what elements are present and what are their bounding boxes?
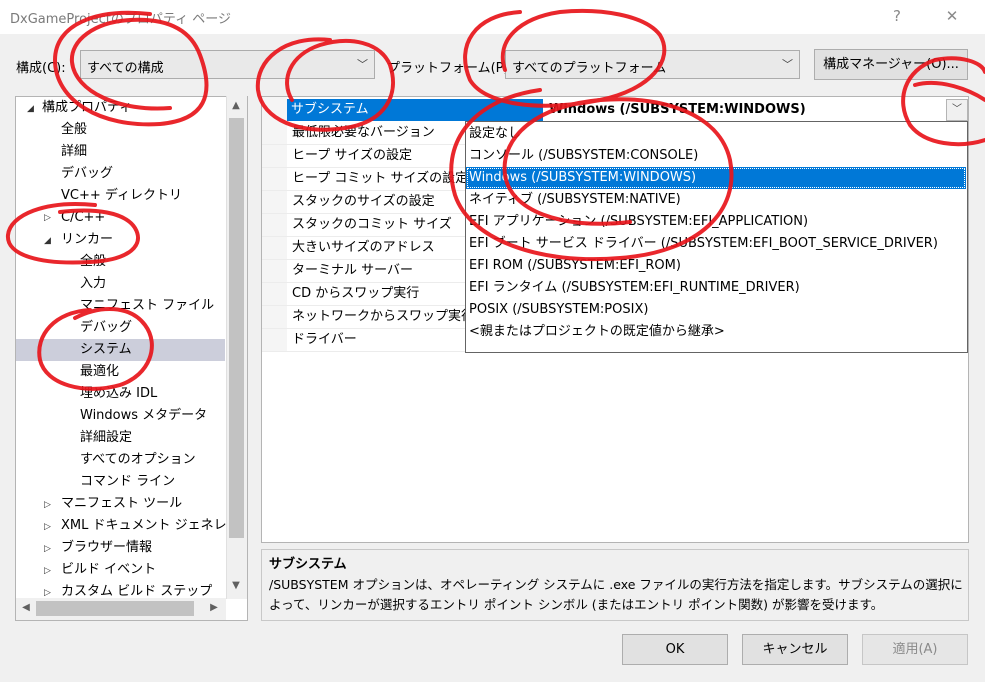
grid-divider <box>262 351 472 352</box>
dropdown-option-native[interactable]: ネイティブ (/SUBSYSTEM:NATIVE) <box>466 189 966 211</box>
subsystem-value[interactable]: Windows (/SUBSYSTEM:WINDOWS) <box>545 99 945 121</box>
dropdown-option-posix[interactable]: POSIX (/SUBSYSTEM:POSIX) <box>466 299 966 321</box>
chevron-down-icon: ﹀ <box>357 58 368 71</box>
tree-hscroll-thumb[interactable] <box>36 601 194 616</box>
scroll-right-icon[interactable]: ▶ <box>206 602 222 613</box>
tree-item-embedded-idl[interactable]: 埋め込み IDL <box>80 383 157 405</box>
scroll-down-icon[interactable]: ▼ <box>228 580 244 591</box>
ok-button[interactable]: OK <box>622 634 728 665</box>
config-manager-button[interactable]: 構成マネージャー(O)... <box>814 49 968 80</box>
description-text: /SUBSYSTEM オプションは、オペレーティング システムに .exe ファ… <box>269 577 963 612</box>
tree-item-all-options[interactable]: すべてのオプション <box>80 449 196 471</box>
grid-row-subsystem[interactable]: サブシステム <box>287 99 543 121</box>
tree-item-general[interactable]: 全般 <box>61 119 87 141</box>
tree-item-config-properties[interactable]: 構成プロパティ <box>42 97 132 119</box>
config-value: すべての構成 <box>87 61 164 76</box>
expand-arrow-icon[interactable]: ◢ <box>27 104 34 114</box>
scroll-up-icon[interactable]: ▲ <box>228 100 244 111</box>
tree-item-vc-directories[interactable]: VC++ ディレクトリ <box>61 185 182 207</box>
tree-item-manifest-file[interactable]: マニフェスト ファイル <box>80 295 214 317</box>
tree-item-browse-info[interactable]: ブラウザー情報 <box>61 537 152 559</box>
config-combobox[interactable]: すべての構成 ﹀ <box>80 50 375 79</box>
cancel-button[interactable]: キャンセル <box>742 634 848 665</box>
chevron-down-icon: ﹀ <box>782 58 793 71</box>
tree-item-manifest-tool[interactable]: マニフェスト ツール <box>61 493 182 515</box>
collapse-arrow-icon[interactable]: ▷ <box>44 213 51 223</box>
tree-item-linker-debugging[interactable]: デバッグ <box>80 317 132 339</box>
dropdown-option-none[interactable]: 設定なし <box>466 123 966 145</box>
dropdown-option-efi-runtime[interactable]: EFI ランタイム (/SUBSYSTEM:EFI_RUNTIME_DRIVER… <box>466 277 966 299</box>
collapse-arrow-icon[interactable]: ▷ <box>44 500 51 510</box>
tree-item-linker-general[interactable]: 全般 <box>80 251 106 273</box>
tree-item-linker-advanced[interactable]: 詳細設定 <box>80 427 132 449</box>
tree-item-xml-doc-generator[interactable]: XML ドキュメント ジェネレーター <box>61 515 226 537</box>
tree-item-linker[interactable]: リンカー <box>61 229 113 251</box>
scroll-left-icon[interactable]: ◀ <box>18 602 34 613</box>
tree-item-cpp[interactable]: C/C++ <box>61 207 105 229</box>
platform-label: プラットフォーム(P): <box>387 61 513 76</box>
close-button[interactable]: ✕ <box>932 4 972 28</box>
tree-scroll-thumb[interactable] <box>229 118 244 538</box>
tree-item-command-line[interactable]: コマンド ライン <box>80 471 175 493</box>
collapse-arrow-icon[interactable]: ▷ <box>44 544 51 554</box>
dropdown-option-inherit[interactable]: <親またはプロジェクトの既定値から継承> <box>466 321 966 343</box>
expand-arrow-icon[interactable]: ◢ <box>44 236 51 246</box>
dropdown-option-windows[interactable]: Windows (/SUBSYSTEM:WINDOWS) <box>466 167 966 189</box>
config-label: 構成(C): <box>16 61 66 76</box>
collapse-arrow-icon[interactable]: ▷ <box>44 588 51 598</box>
tree-item-advanced[interactable]: 詳細 <box>61 141 87 163</box>
tree-item-linker-input[interactable]: 入力 <box>80 273 106 295</box>
platform-value: すべてのプラットフォーム <box>512 61 667 76</box>
dropdown-option-efi-boot-service-driver[interactable]: EFI ブート サービス ドライバー (/SUBSYSTEM:EFI_BOOT_… <box>466 233 966 255</box>
tree-item-custom-build-step[interactable]: カスタム ビルド ステップ <box>61 581 212 598</box>
collapse-arrow-icon[interactable]: ▷ <box>44 566 51 576</box>
tree-item-windows-metadata[interactable]: Windows メタデータ <box>80 405 207 427</box>
window-title: DxGameProjectのプロパティ ページ <box>10 12 231 27</box>
collapse-arrow-icon[interactable]: ▷ <box>44 522 51 532</box>
tree-item-optimization[interactable]: 最適化 <box>80 361 119 383</box>
dropdown-option-console[interactable]: コンソール (/SUBSYSTEM:CONSOLE) <box>466 145 966 167</box>
description-title: サブシステム <box>269 557 347 572</box>
dropdown-option-efi-application[interactable]: EFI アプリケーション (/SUBSYSTEM:EFI_APPLICATION… <box>466 211 966 233</box>
tree-item-system[interactable]: システム <box>16 339 225 361</box>
dropdown-option-efi-rom[interactable]: EFI ROM (/SUBSYSTEM:EFI_ROM) <box>466 255 966 277</box>
tree-item-build-events[interactable]: ビルド イベント <box>61 559 156 581</box>
platform-combobox[interactable]: すべてのプラットフォーム ﹀ <box>505 50 800 79</box>
chevron-down-icon[interactable]: ﹀ <box>946 99 968 121</box>
apply-button[interactable]: 適用(A) <box>862 634 968 665</box>
grid-gutter <box>262 97 287 351</box>
tree-item-debugging[interactable]: デバッグ <box>61 163 113 185</box>
help-button[interactable]: ? <box>877 4 917 28</box>
